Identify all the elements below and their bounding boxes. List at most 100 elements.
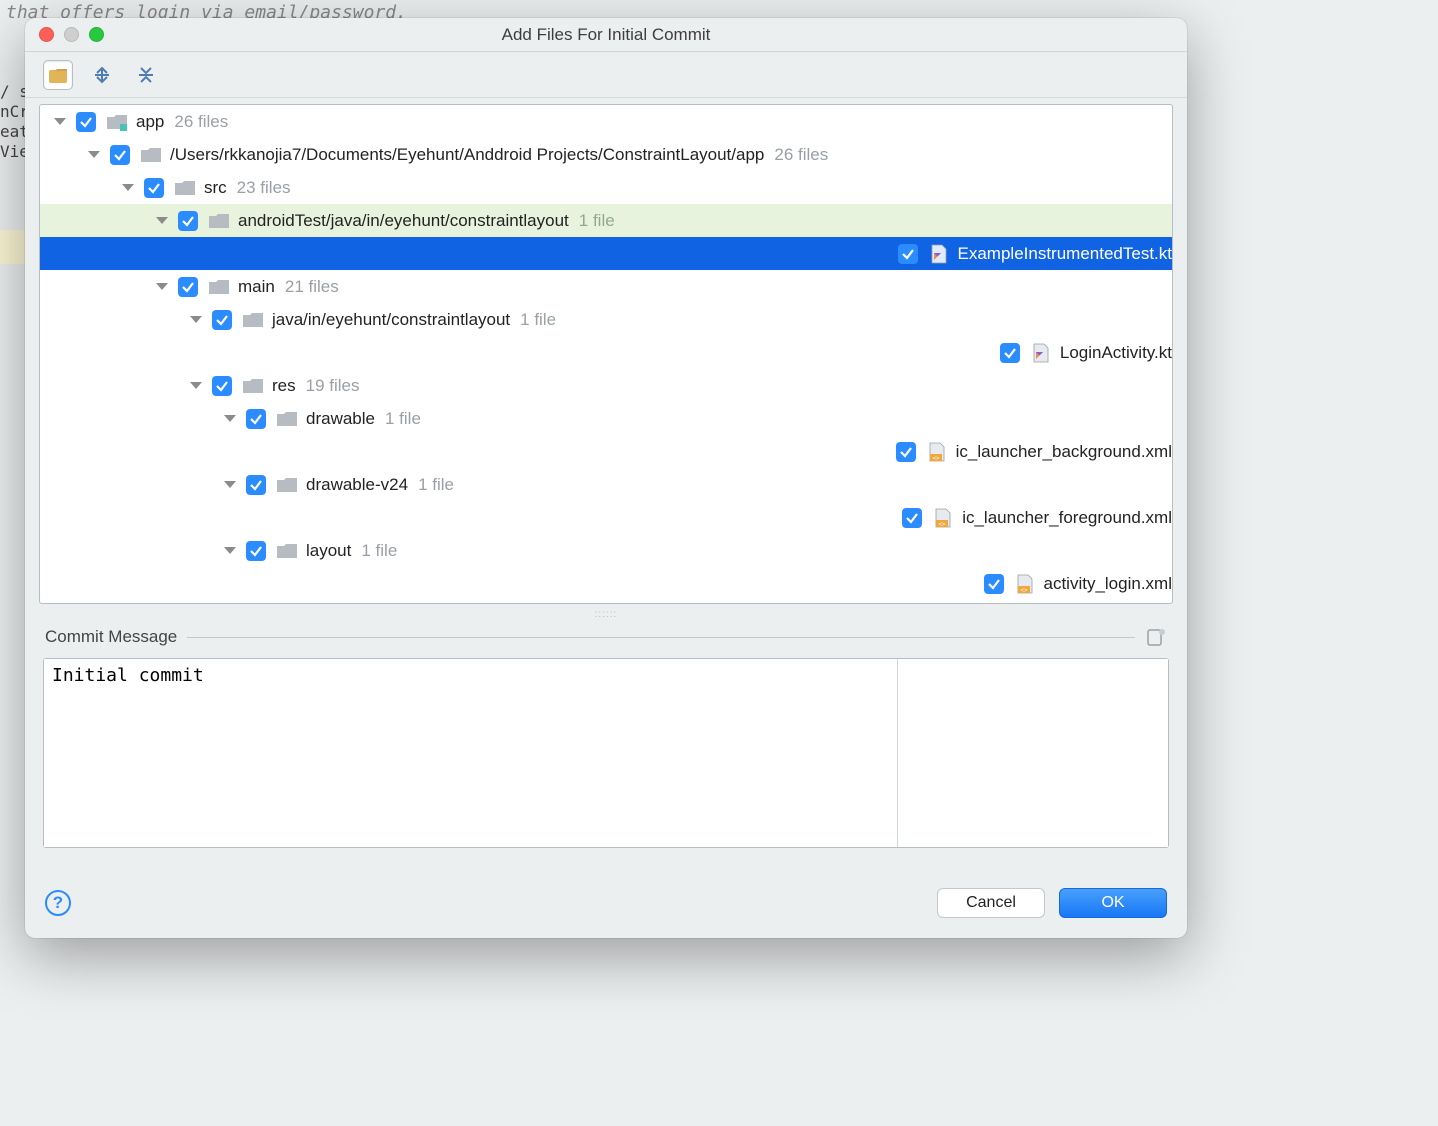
tree-row[interactable]: drawable-v24 1 file	[40, 468, 1172, 501]
tree-item-count: 23 files	[237, 178, 291, 198]
checkbox[interactable]	[178, 277, 198, 297]
checkbox[interactable]	[246, 475, 266, 495]
expand-all-button[interactable]	[87, 60, 117, 90]
titlebar: Add Files For Initial Commit	[25, 18, 1187, 52]
disclosure-icon[interactable]	[190, 316, 202, 323]
tree-item-label: java/in/eyehunt/constraintlayout	[272, 310, 510, 330]
tree-item-label: layout	[306, 541, 351, 561]
zoom-icon[interactable]	[89, 27, 104, 42]
folder-icon	[208, 278, 230, 296]
tree-row[interactable]: ExampleInstrumentedTest.kt	[40, 237, 1172, 270]
checkbox[interactable]	[178, 211, 198, 231]
disclosure-icon[interactable]	[54, 118, 66, 125]
tree-row[interactable]: /Users/rkkanojia7/Documents/Eyehunt/Andd…	[40, 138, 1172, 171]
window-controls	[25, 27, 104, 42]
tree-item-count: 1 file	[418, 475, 454, 495]
xml-file-icon: <>	[932, 509, 954, 527]
tree-item-count: 1 file	[385, 409, 421, 429]
splitter[interactable]: ::::::	[25, 610, 1187, 618]
tree-item-count: 19 files	[306, 376, 360, 396]
commit-message-area	[43, 658, 1169, 848]
tree-item-label: LoginActivity.kt	[1060, 343, 1172, 363]
collapse-all-button[interactable]	[131, 60, 161, 90]
tree-row[interactable]: java/in/eyehunt/constraintlayout 1 file	[40, 303, 1172, 336]
disclosure-icon[interactable]	[224, 481, 236, 488]
kotlin-file-icon	[1030, 344, 1052, 362]
tree-item-label: /Users/rkkanojia7/Documents/Eyehunt/Andd…	[170, 145, 764, 165]
commit-message-header: Commit Message	[25, 618, 1187, 654]
folder-icon	[208, 212, 230, 230]
folder-icon	[140, 146, 162, 164]
disclosure-icon[interactable]	[224, 547, 236, 554]
module-icon	[106, 113, 128, 131]
disclosure-icon[interactable]	[156, 283, 168, 290]
help-icon[interactable]: ?	[45, 890, 71, 916]
checkbox[interactable]	[246, 409, 266, 429]
background-highlight	[0, 230, 25, 264]
close-icon[interactable]	[39, 27, 54, 42]
checkbox[interactable]	[144, 178, 164, 198]
tree-row[interactable]: res 19 files	[40, 369, 1172, 402]
checkbox[interactable]	[246, 541, 266, 561]
disclosure-icon	[258, 580, 974, 587]
disclosure-icon	[258, 448, 886, 455]
tree-row[interactable]: src 23 files	[40, 171, 1172, 204]
checkbox[interactable]	[896, 442, 916, 462]
dialog-footer: ? Cancel OK	[25, 880, 1187, 938]
tree-item-label: ExampleInstrumentedTest.kt	[958, 244, 1172, 264]
tree-row[interactable]: LoginActivity.kt	[40, 336, 1172, 369]
commit-history-icon[interactable]	[1145, 626, 1167, 648]
tree-item-count: 26 files	[774, 145, 828, 165]
disclosure-icon[interactable]	[190, 382, 202, 389]
toolbar	[25, 52, 1187, 98]
cancel-button[interactable]: Cancel	[937, 888, 1045, 918]
tree-row[interactable]: layout 1 file	[40, 534, 1172, 567]
tree-item-label: drawable-v24	[306, 475, 408, 495]
tree-item-label: src	[204, 178, 227, 198]
ok-button[interactable]: OK	[1059, 888, 1167, 918]
tree-item-label: res	[272, 376, 296, 396]
tree-row[interactable]: androidTest/java/in/eyehunt/constraintla…	[40, 204, 1172, 237]
disclosure-icon	[224, 349, 990, 356]
tree-row[interactable]: <>ic_launcher_foreground.xml	[40, 501, 1172, 534]
file-tree[interactable]: app26 files/Users/rkkanojia7/Documents/E…	[39, 104, 1173, 604]
tree-item-label: ic_launcher_background.xml	[956, 442, 1172, 462]
svg-text:<>: <>	[1020, 587, 1028, 594]
checkbox[interactable]	[902, 508, 922, 528]
folder-icon	[276, 476, 298, 494]
tree-item-count: 21 files	[285, 277, 339, 297]
checkbox[interactable]	[212, 376, 232, 396]
checkbox[interactable]	[898, 244, 918, 264]
tree-item-count: 1 file	[520, 310, 556, 330]
checkbox[interactable]	[76, 112, 96, 132]
tree-item-count: 1 file	[579, 211, 615, 231]
commit-message-label: Commit Message	[45, 627, 177, 647]
disclosure-icon[interactable]	[88, 151, 100, 158]
commit-side-panel	[898, 659, 1168, 847]
tree-item-count: 1 file	[361, 541, 397, 561]
commit-message-input[interactable]	[44, 659, 898, 847]
tree-item-label: main	[238, 277, 275, 297]
checkbox[interactable]	[984, 574, 1004, 594]
tree-item-label: androidTest/java/in/eyehunt/constraintla…	[238, 211, 569, 231]
checkbox[interactable]	[110, 145, 130, 165]
tree-row[interactable]: <>activity_login.xml	[40, 567, 1172, 600]
disclosure-icon	[258, 514, 892, 521]
tree-row[interactable]: app26 files	[40, 105, 1172, 138]
disclosure-icon[interactable]	[224, 415, 236, 422]
folder-icon	[242, 311, 264, 329]
checkbox[interactable]	[1000, 343, 1020, 363]
kotlin-file-icon	[928, 245, 950, 263]
tree-row[interactable]: drawable 1 file	[40, 402, 1172, 435]
xml-file-icon: <>	[926, 443, 948, 461]
checkbox[interactable]	[212, 310, 232, 330]
tree-row[interactable]: <> ic_launcher_background.xml	[40, 435, 1172, 468]
svg-text:<>: <>	[939, 521, 947, 528]
disclosure-icon[interactable]	[156, 217, 168, 224]
group-by-directory-button[interactable]	[43, 60, 73, 90]
tree-item-label: drawable	[306, 409, 375, 429]
minimize-icon	[64, 27, 79, 42]
disclosure-icon[interactable]	[122, 184, 134, 191]
folder-icon	[276, 410, 298, 428]
tree-row[interactable]: main 21 files	[40, 270, 1172, 303]
